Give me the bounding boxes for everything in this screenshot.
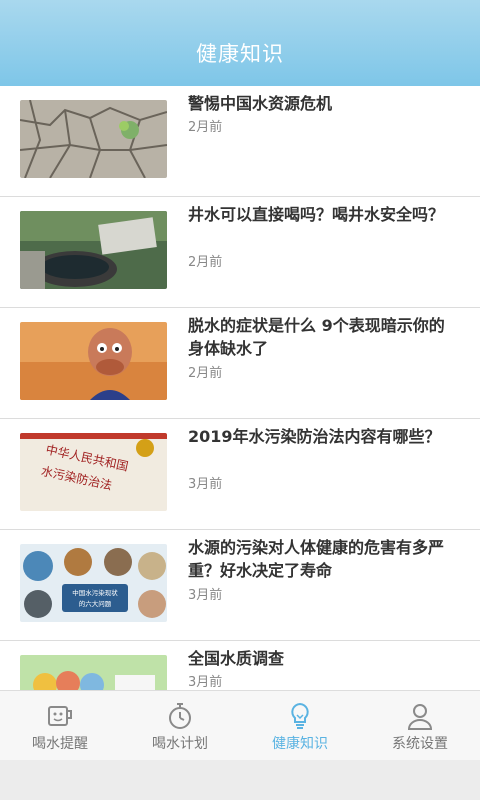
svg-text:中国水污染现状: 中国水污染现状 xyxy=(72,588,118,597)
article-title[interactable]: 井水可以直接喝吗？喝井水安全吗？ xyxy=(188,203,458,226)
pollution-infographic-image: 中国水污染现状 的六大问题 xyxy=(20,544,167,622)
article-title[interactable]: 水源的污染对人体健康的危害有多严重？好水决定了寿命 xyxy=(188,536,458,582)
cup-icon xyxy=(44,701,76,731)
article-item[interactable]: 警惕中国水资源危机 2月前 xyxy=(0,86,480,197)
bottom-area xyxy=(0,760,480,800)
tab-drink-plan[interactable]: 喝水计划 xyxy=(120,691,240,760)
lightbulb-icon xyxy=(284,701,316,731)
article-item[interactable]: 井水可以直接喝吗？喝井水安全吗？ 2月前 xyxy=(0,197,480,308)
article-title[interactable]: 全国水质调查 xyxy=(188,647,458,670)
article-item[interactable]: 脱水的症状是什么 9个表现暗示你的身体缺水了 2月前 xyxy=(0,308,480,419)
user-icon xyxy=(404,701,436,731)
article-title[interactable]: 2019年水污染防治法内容有哪些？ xyxy=(188,425,458,448)
svg-text:的六大问题: 的六大问题 xyxy=(79,599,112,608)
article-title[interactable]: 警惕中国水资源危机 xyxy=(188,92,458,115)
water-survey-image xyxy=(20,655,167,690)
article-date: 2月前 xyxy=(188,255,223,270)
tab-system-settings[interactable]: 系统设置 xyxy=(360,691,480,760)
tab-label: 喝水提醒 xyxy=(32,736,88,752)
page-title: 健康知识 xyxy=(196,42,284,66)
tab-label: 健康知识 xyxy=(272,736,328,752)
article-item[interactable]: 中国水污染现状 的六大问题 水源的污染对人体健康的危害有多严重？好水决定了寿命 … xyxy=(0,530,480,641)
stopwatch-icon xyxy=(164,701,196,731)
tab-health-knowledge[interactable]: 健康知识 xyxy=(240,691,360,760)
article-date: 3月前 xyxy=(188,588,223,603)
thirsty-cartoon-image xyxy=(20,322,167,400)
tab-label: 系统设置 xyxy=(392,736,448,752)
cracked-earth-image xyxy=(20,100,167,178)
bottom-tab-bar: 喝水提醒 喝水计划 健康知识 系统设置 xyxy=(0,690,480,760)
article-list[interactable]: 警惕中国水资源危机 2月前 井水可以直接喝吗？喝井水安全吗？ 2月前 脱水的症状… xyxy=(0,86,480,690)
article-date: 3月前 xyxy=(188,675,223,690)
well-water-image xyxy=(20,211,167,289)
law-book-image: 中华人民共和国 水污染防治法 xyxy=(20,433,167,511)
article-date: 2月前 xyxy=(188,120,223,135)
article-item[interactable]: 全国水质调查 3月前 xyxy=(0,641,480,690)
tab-label: 喝水计划 xyxy=(152,736,208,752)
app-header: 健康知识 xyxy=(0,0,480,86)
article-title[interactable]: 脱水的症状是什么 9个表现暗示你的身体缺水了 xyxy=(188,314,458,360)
article-date: 2月前 xyxy=(188,366,223,381)
article-date: 3月前 xyxy=(188,477,223,492)
article-item[interactable]: 中华人民共和国 水污染防治法 2019年水污染防治法内容有哪些？ 3月前 xyxy=(0,419,480,530)
tab-drink-reminder[interactable]: 喝水提醒 xyxy=(0,691,120,760)
